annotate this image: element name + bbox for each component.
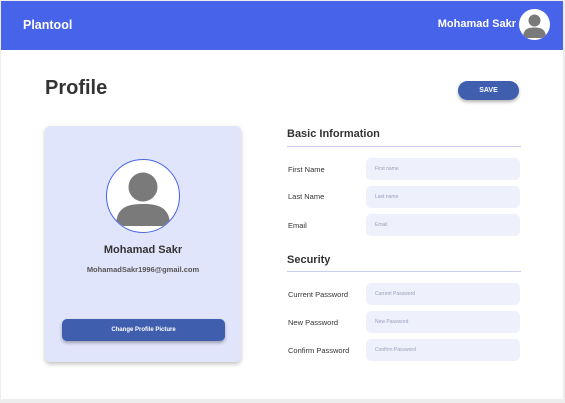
page-title: Profile <box>45 77 108 99</box>
save-button[interactable]: SAVE <box>458 81 519 100</box>
user-avatar-icon <box>106 159 180 233</box>
email-label: Email <box>288 221 307 230</box>
user-name[interactable]: Mohamad Sakr <box>438 18 516 30</box>
basic-information-heading: Basic Information <box>287 128 380 140</box>
current-password-input[interactable] <box>366 283 520 305</box>
new-password-input[interactable] <box>366 311 520 333</box>
basic-information-divider <box>287 146 521 147</box>
profile-card: Mohamad Sakr MohamadSakr1996@gmail.com C… <box>45 126 241 362</box>
email-input[interactable] <box>366 214 520 236</box>
security-divider <box>287 271 521 272</box>
user-silhouette-icon <box>523 14 546 38</box>
profile-name: Mohamad Sakr <box>103 244 183 256</box>
security-heading: Security <box>287 254 331 266</box>
confirm-password-input[interactable] <box>366 339 520 361</box>
top-bar: Plantool Mohamad Sakr <box>1 1 563 50</box>
current-password-label: Current Password <box>288 290 349 299</box>
first-name-input[interactable] <box>366 158 520 180</box>
app-title[interactable]: Plantool <box>23 18 72 32</box>
new-password-label: New Password <box>288 318 339 327</box>
last-name-input[interactable] <box>366 186 520 208</box>
profile-page: Plantool Mohamad Sakr Profile SAVE Moham… <box>1 1 563 399</box>
confirm-password-label: Confirm Password <box>288 346 350 355</box>
last-name-label: Last Name <box>288 192 325 201</box>
user-silhouette-icon <box>116 172 170 226</box>
profile-email: MohamadSakr1996@gmail.com <box>86 265 200 274</box>
change-profile-picture-button[interactable]: Change Profile Picture <box>62 319 225 341</box>
user-avatar-icon[interactable] <box>519 9 550 40</box>
first-name-label: First Name <box>288 165 325 174</box>
